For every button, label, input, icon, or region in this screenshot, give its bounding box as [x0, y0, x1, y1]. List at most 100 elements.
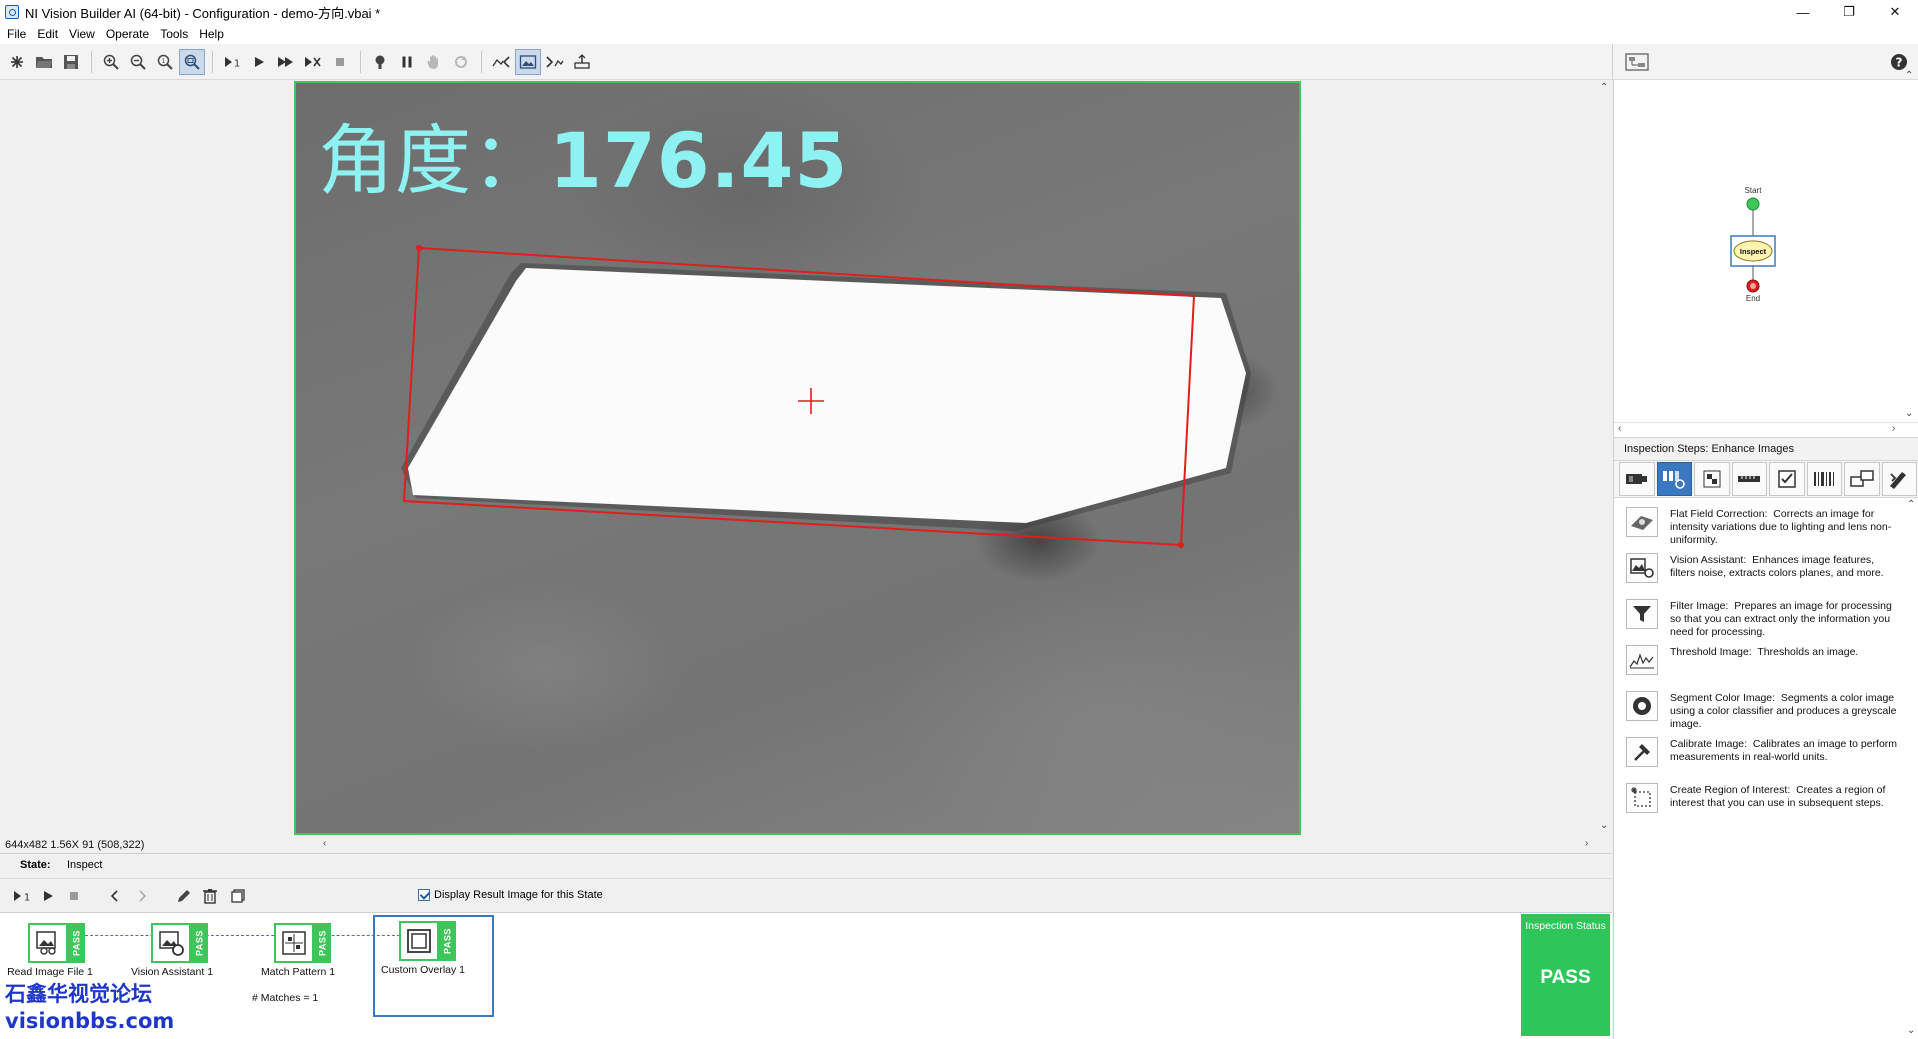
export-icon[interactable] [569, 49, 595, 75]
check-for-presence-icon[interactable] [1769, 462, 1805, 496]
vision-assistant-icon [1626, 553, 1658, 583]
steps-scroll-up-arrow[interactable]: ⌃ [1907, 499, 1915, 510]
scroll-left-arrow[interactable]: ‹ [323, 838, 326, 849]
run-once-icon[interactable]: 1 [219, 49, 245, 75]
step-filter-image[interactable]: Filter Image: Prepares an image for proc… [1614, 599, 1904, 645]
step-name: Segment Color Image: [1670, 692, 1776, 704]
next-step-icon[interactable] [130, 884, 154, 908]
step-name: Vision Assistant: [1670, 554, 1747, 566]
menu-operate[interactable]: Operate [103, 27, 157, 41]
display-result-checkbox[interactable] [418, 889, 430, 901]
flow-horizontal-scrollbar[interactable]: ‹ › [1614, 422, 1918, 436]
enhance-images-icon[interactable] [1656, 462, 1692, 496]
app-logo-icon [5, 5, 19, 19]
step-name: Flat Field Correction: [1670, 508, 1768, 520]
menu-view[interactable]: View [66, 27, 103, 41]
step-flat-field-correction[interactable]: Flat Field Correction: Corrects an image… [1614, 507, 1904, 553]
step-category-tabs [1614, 461, 1918, 498]
steps-scroll-down-arrow[interactable]: ⌄ [1907, 1025, 1915, 1036]
svg-text:1: 1 [234, 58, 240, 69]
inspection-image[interactable]: 角度：176.45 [294, 81, 1301, 835]
custom-overlay-icon [399, 921, 439, 961]
step-threshold-image[interactable]: Threshold Image: Thresholds an image. [1614, 645, 1904, 691]
menu-file[interactable]: File [4, 27, 34, 41]
image-status-line: 644x482 1.56X 91 (508,322) [5, 839, 145, 851]
image-view-icon[interactable] [515, 48, 541, 75]
steps-vertical-scrollbar[interactable]: ⌃ ⌄ [1904, 499, 1918, 1039]
menu-tools[interactable]: Tools [157, 27, 196, 41]
start-node[interactable] [1746, 197, 1760, 211]
flow-scroll-up-arrow[interactable]: ⌃ [1905, 70, 1913, 81]
right-panel: Start Inspect End ⌃ ⌄ ‹ › Inspection Ste… [1613, 70, 1918, 1039]
match-pattern-icon [274, 923, 314, 963]
angle-result-text: 角度：176.45 [318, 99, 848, 209]
run-icon[interactable] [246, 49, 272, 75]
inspection-step-custom-overlay[interactable]: PASS Custom Overlay 1 [373, 915, 494, 1017]
svg-text:?: ? [1896, 56, 1903, 70]
display-result-image-option[interactable]: Display Result Image for this State [418, 889, 603, 901]
stop-icon[interactable] [327, 49, 353, 75]
run-continuous-icon[interactable] [273, 49, 299, 75]
step-description: Flat Field Correction: Corrects an image… [1670, 508, 1898, 547]
new-icon[interactable] [4, 49, 30, 75]
state-bar: State: Inspect [0, 853, 1612, 877]
save-icon[interactable] [58, 49, 84, 75]
state-diagram[interactable]: Start Inspect End ⌃ ⌄ [1614, 70, 1918, 422]
flowchart-toggle-icon[interactable] [1624, 49, 1650, 75]
pause-icon[interactable] [394, 49, 420, 75]
run-stop-icon[interactable] [300, 49, 326, 75]
svg-text:1: 1 [162, 58, 166, 65]
image-vertical-scrollbar[interactable]: ⌃ ⌄ [1597, 80, 1612, 837]
menu-edit[interactable]: Edit [34, 27, 66, 41]
toolbar-separator [360, 50, 361, 73]
run-step-once-icon[interactable]: 1 [10, 884, 34, 908]
step-create-region-of-interest[interactable]: Create Region of Interest: Creates a reg… [1614, 783, 1904, 829]
communicate-icon[interactable] [1844, 462, 1880, 496]
identify-parts-icon[interactable] [1806, 462, 1842, 496]
locate-features-icon[interactable] [1694, 462, 1730, 496]
breakpoint-icon[interactable] [367, 49, 393, 75]
inspection-step-match-pattern[interactable]: PASS Match Pattern 1 # Matches = 1 [248, 917, 370, 1017]
flow-scroll-left-arrow[interactable]: ‹ [1618, 423, 1621, 434]
scroll-right-arrow[interactable]: › [1585, 838, 1588, 849]
run-inspection-icon[interactable] [36, 884, 60, 908]
scroll-up-arrow[interactable]: ⌃ [1600, 82, 1608, 93]
start-label: Start [1745, 186, 1763, 195]
step-name: Vision Assistant 1 [130, 966, 214, 978]
hand-icon[interactable] [421, 49, 447, 75]
flow-scroll-right-arrow[interactable]: › [1892, 423, 1895, 434]
step-segment-color-image[interactable]: Segment Color Image: Segments a color im… [1614, 691, 1904, 737]
menu-help[interactable]: Help [196, 27, 232, 41]
open-folder-icon[interactable] [31, 49, 57, 75]
copy-step-icon[interactable] [226, 884, 250, 908]
maximize-button[interactable]: ❐ [1826, 0, 1872, 24]
close-button[interactable]: ✕ [1872, 0, 1918, 24]
step-vision-assistant[interactable]: Vision Assistant: Enhances image feature… [1614, 553, 1904, 599]
step-name: Read Image File 1 [7, 966, 93, 978]
back-nav-icon[interactable] [488, 49, 514, 75]
image-display-area[interactable]: 角度：176.45 ⌃ ⌄ 644x482 1.56X 91 (508,322)… [0, 80, 1612, 851]
toolbar-separator [481, 50, 482, 73]
measure-features-icon[interactable] [1731, 462, 1767, 496]
calibrate-image-icon [1626, 737, 1658, 767]
step-calibrate-image[interactable]: Calibrate Image: Calibrates an image to … [1614, 737, 1904, 783]
flow-scroll-down-arrow[interactable]: ⌄ [1905, 408, 1913, 419]
zoom-out-icon[interactable] [125, 49, 151, 75]
minimize-button[interactable]: — [1780, 0, 1826, 24]
title-bar: NI Vision Builder AI (64-bit) - Configur… [0, 0, 1918, 24]
stop-inspection-icon[interactable] [62, 884, 86, 908]
delete-step-icon[interactable] [198, 884, 222, 908]
acquire-images-icon[interactable] [1619, 462, 1655, 496]
window-title: NI Vision Builder AI (64-bit) - Configur… [25, 5, 381, 21]
end-label: End [1746, 294, 1760, 303]
zoom-fit-icon[interactable] [179, 48, 205, 75]
previous-step-icon[interactable] [103, 884, 127, 908]
scroll-down-arrow[interactable]: ⌄ [1600, 820, 1608, 831]
forward-nav-icon[interactable] [542, 49, 568, 75]
edit-step-icon[interactable] [172, 884, 196, 908]
refresh-icon[interactable] [448, 49, 474, 75]
use-additional-tools-icon[interactable] [1881, 462, 1917, 496]
image-horizontal-scrollbar[interactable]: ‹ › [320, 837, 1597, 851]
zoom-in-icon[interactable] [98, 49, 124, 75]
zoom-1to1-icon[interactable]: 1 [152, 49, 178, 75]
